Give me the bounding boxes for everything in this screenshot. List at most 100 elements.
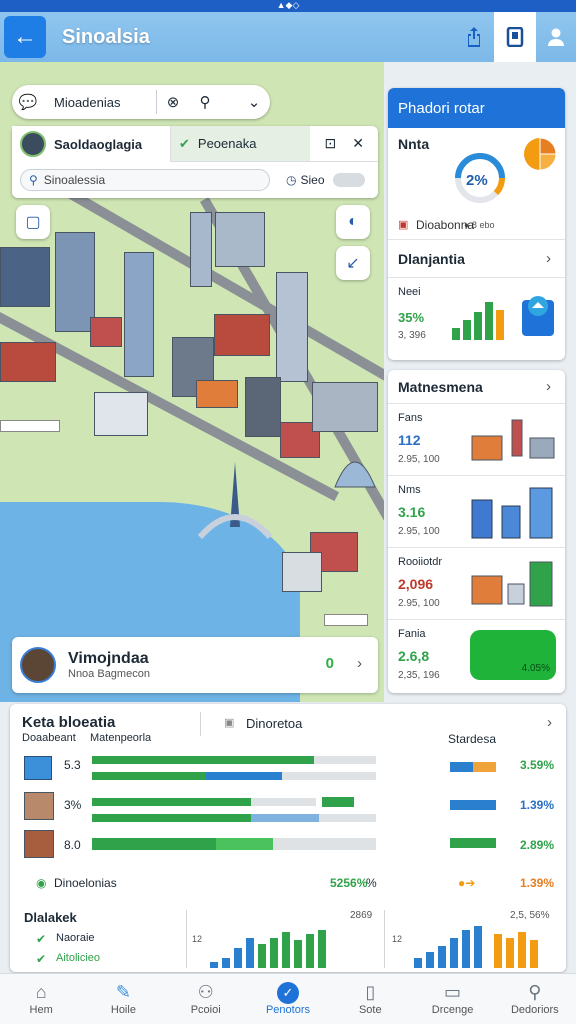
home-icon: ⌂	[35, 982, 47, 1002]
bookmark-button[interactable]	[494, 12, 536, 62]
house-thumbnail	[24, 792, 54, 820]
red-roof-house	[90, 317, 122, 347]
nav-hoile[interactable]: ✎ Hoile	[82, 974, 164, 1024]
bar-fill	[92, 838, 217, 850]
nav-label: Penotors	[265, 1004, 310, 1016]
summary-panel: Phadori rotar Nnta 2% ● 8 ebo ▣ Dioabonn…	[388, 88, 565, 360]
column-header: Doaabeant	[22, 732, 76, 744]
toggle-switch[interactable]	[332, 173, 365, 187]
trend-card[interactable]: Neei 35% 3, 396	[388, 278, 565, 360]
tower-building	[276, 272, 308, 382]
dataset-label: Dioabonna	[416, 218, 475, 232]
stats-tab[interactable]: Dinoretoa	[246, 716, 302, 731]
list-item[interactable]: Rooiiotdr 2,096 2.95, 100	[388, 548, 565, 620]
stats-card: Keta bloeatia Doaabeant Matenpeorla ▣ Di…	[10, 704, 566, 972]
item-sub: 2.95, 100	[398, 598, 440, 609]
bar	[496, 310, 504, 340]
bar	[450, 938, 458, 968]
more-icon[interactable]: ⊡	[325, 135, 337, 152]
profile-count: 0	[325, 655, 334, 672]
list-header[interactable]: Matnesmena ›	[388, 370, 565, 404]
bar	[294, 940, 302, 968]
map-search-bar[interactable]: 💬 Mioadenias ⊗ ⚲ ⌄	[12, 85, 270, 119]
tab-location[interactable]: Saoldaoglagia	[12, 126, 170, 162]
nav-profile[interactable]: ⚇ Pcoioi	[165, 974, 247, 1024]
nav-label: Dedoriors	[510, 1004, 559, 1016]
mini-bar-chart	[452, 298, 504, 340]
item-label: Nms	[398, 484, 421, 496]
back-button[interactable]: ←	[4, 16, 46, 58]
row-value: 3%	[64, 798, 82, 812]
bar	[222, 958, 230, 968]
building	[0, 247, 50, 307]
tower-building	[55, 232, 95, 332]
building	[94, 392, 148, 436]
location-search-input[interactable]: ⚲ Sinoalessia	[20, 169, 270, 191]
column-header: Stardesa	[448, 732, 497, 746]
person-icon	[548, 28, 564, 46]
section-row[interactable]: Dlanjantia ›	[388, 240, 565, 278]
check-circle-icon: ✔	[36, 952, 47, 966]
list-item[interactable]: Fans 112 2.95, 100	[388, 404, 565, 476]
section-title: Dlalakek	[24, 910, 77, 925]
tower-building	[124, 252, 154, 377]
bar	[306, 934, 314, 968]
compass-button[interactable]: ◐	[336, 205, 370, 239]
close-icon[interactable]: ✕	[352, 135, 364, 152]
person-outline-icon: ⚲	[528, 982, 542, 1002]
bar	[485, 302, 493, 340]
item-label: Fans	[398, 412, 423, 424]
sparkline	[450, 800, 496, 810]
list-title: Matnesmena	[398, 379, 483, 395]
check-circle-icon: ✔	[36, 932, 47, 946]
bar	[258, 944, 266, 968]
dataset-row[interactable]: ▣ Dioabonna	[388, 210, 565, 240]
chevron-right-icon: ›	[357, 655, 362, 672]
bar	[246, 938, 254, 968]
tablet-icon	[506, 27, 524, 47]
search-icon[interactable]: ⚲	[189, 93, 221, 111]
search-value: Sieo	[300, 173, 325, 187]
bar	[506, 938, 514, 968]
tab-label: Saoldaoglagia	[54, 136, 143, 152]
nav-label: Hem	[29, 1004, 53, 1016]
share-button[interactable]	[454, 12, 494, 62]
trend-label: Neei	[398, 286, 421, 298]
item-sub: 2.95, 100	[398, 526, 440, 537]
app-bar: ← Sinoalsia	[0, 12, 576, 62]
chevron-right-icon: ›	[546, 378, 551, 395]
profile-name: Vimojndaa	[68, 650, 149, 667]
person-icon: ⚇	[197, 982, 214, 1002]
axis-tick: 12	[192, 934, 203, 944]
nav-label: Drcenge	[431, 1004, 474, 1016]
nav-dedoriors[interactable]: ⚲ Dedoriors	[494, 974, 576, 1024]
bar-fill	[92, 772, 282, 780]
trend-value: 35%	[398, 310, 425, 325]
bar	[234, 948, 242, 968]
bar-chart	[414, 924, 538, 968]
tab-secondary[interactable]: ✔ Peoenaka	[170, 126, 310, 162]
item-sub: 2.95, 100	[398, 454, 440, 465]
bar-chart	[210, 924, 326, 968]
location-button[interactable]: ↙	[336, 246, 370, 280]
bar	[414, 958, 422, 968]
nav-sote[interactable]: ▯ Sote	[329, 974, 411, 1024]
layers-button[interactable]: ▢	[16, 205, 50, 239]
speech-bubble-icon: 💬	[18, 94, 38, 111]
clear-icon[interactable]: ⊗	[157, 93, 189, 111]
tower-building	[190, 212, 212, 287]
bar	[518, 932, 526, 968]
bar	[452, 328, 460, 340]
list-item[interactable]: Fania 2.6,8 2,35, 196 4.05%	[388, 620, 565, 693]
badge-value: 4.05%	[521, 663, 550, 674]
profile-card[interactable]: Vimojndaa Nnoa Bagmecon 0 ›	[12, 637, 378, 693]
red-roof-house	[214, 314, 270, 356]
pencil-icon: ✎	[115, 982, 131, 1002]
account-button[interactable]	[536, 12, 576, 62]
list-item[interactable]: Nms 3.16 2.95, 100	[388, 476, 565, 548]
nav-penotors[interactable]: ✓ Penotors	[247, 974, 329, 1024]
chevron-right-icon[interactable]: ›	[547, 714, 552, 731]
nav-home[interactable]: ⌂ Hem	[0, 974, 82, 1024]
nav-drcenge[interactable]: ▭ Drcenge	[411, 974, 493, 1024]
chevron-down-icon[interactable]: ⌄	[238, 93, 270, 111]
